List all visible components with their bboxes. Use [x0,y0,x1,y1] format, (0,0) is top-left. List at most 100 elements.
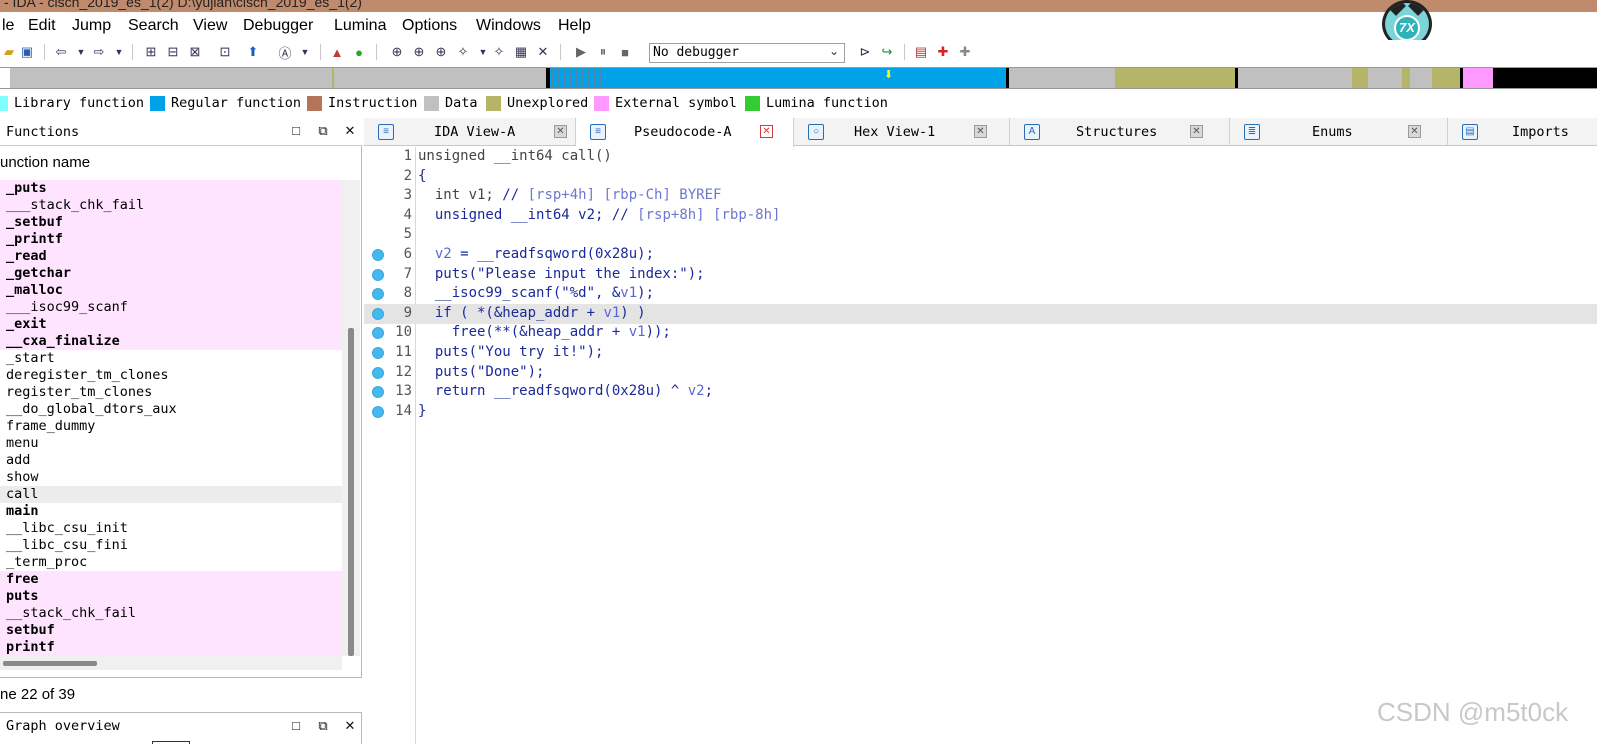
menu-file[interactable]: le [2,17,14,35]
code-line[interactable]: 7 puts("Please input the index:"); [364,265,1597,285]
format-dropdown-icon[interactable]: ▼ [296,43,314,61]
function-row[interactable]: frame_dummy [0,418,342,435]
menu-debugger[interactable]: Debugger [243,17,313,35]
maximize-icon[interactable]: □ [288,123,304,139]
add-breakpoint-icon[interactable]: ✚ [934,43,952,61]
tab-structures[interactable]: A Structures ✕ [1010,118,1230,146]
graph-icon[interactable]: ▲ [328,43,346,61]
function-row[interactable]: _start [0,350,342,367]
code-line[interactable]: 4 unsigned __int64 v2; // [rsp+8h] [rbp-… [364,206,1597,226]
function-row[interactable]: show [0,469,342,486]
jump-up-icon[interactable]: ⬆ [244,43,262,61]
breakpoint-list-icon[interactable]: ▤ [912,43,930,61]
function-name-column-header[interactable]: unction name [0,154,90,171]
menu-help[interactable]: Help [558,17,591,35]
code-icon[interactable]: ⊕ [410,43,428,61]
menu-view[interactable]: View [193,17,227,35]
breakpoint-dot-icon[interactable] [372,386,384,399]
function-row[interactable]: menu [0,435,342,452]
function-row[interactable]: call [0,486,342,503]
tab-ida-view-a[interactable]: ≡ IDA View-A ✕ [364,118,576,146]
maximize-icon[interactable]: □ [288,718,304,734]
binary-search-icon[interactable]: ⊞ [142,43,160,61]
navigation-band[interactable]: ⬇ [0,67,1597,89]
float-window-icon[interactable]: ⧉ [315,718,331,734]
debugger-select[interactable]: No debugger ⌄ [649,43,845,63]
back-arrow-icon[interactable]: ⇦ [52,43,70,61]
save-icon[interactable]: ▣ [18,43,36,61]
breakpoint-dot-icon[interactable] [372,327,384,340]
tab-close-icon[interactable]: ✕ [760,125,773,138]
menu-options[interactable]: Options [402,17,457,35]
array-icon[interactable]: ✧ [454,43,472,61]
breakpoint-dot-icon[interactable] [372,366,384,379]
struct-icon[interactable]: ✧ [490,43,508,61]
function-row[interactable]: __libc_csu_fini [0,537,342,554]
code-line[interactable]: 5 [364,225,1597,245]
code-line[interactable]: 11 puts("You try it!"); [364,343,1597,363]
text-format-icon[interactable]: Ⓐ [276,43,294,61]
step-into-icon[interactable]: ⊳ [856,43,874,61]
scrollbar-thumb[interactable] [348,328,354,656]
function-row[interactable]: deregister_tm_clones [0,367,342,384]
play-icon[interactable]: ▶ [572,43,590,61]
function-row[interactable]: free [0,571,342,588]
function-row[interactable]: ___stack_chk_fail [0,197,342,214]
menu-edit[interactable]: Edit [28,17,56,35]
function-row[interactable]: printf [0,639,342,656]
tab-imports[interactable]: ▤ Imports [1448,118,1597,146]
code-line[interactable]: 3 int v1; // [rsp+4h] [rbp-Ch] BYREF [364,186,1597,206]
forward-dropdown-icon[interactable]: ▼ [110,43,128,61]
code-line[interactable]: 2{ [364,167,1597,187]
function-row[interactable]: _malloc [0,282,342,299]
function-row[interactable]: _setbuf [0,214,342,231]
breakpoint-dot-icon[interactable] [372,249,384,261]
pseudocode-view[interactable]: 1 unsigned __int64 call() 2{3 int v1; // [… [364,147,1597,744]
menu-windows[interactable]: Windows [476,17,541,35]
close-icon[interactable]: ✕ [342,718,358,734]
immediate-search-icon[interactable]: ⊠ [186,43,204,61]
forward-arrow-icon[interactable]: ⇨ [90,43,108,61]
functions-list[interactable]: _puts ___stack_chk_fail _setbuf _printf _rea… [0,180,342,656]
function-row[interactable]: __libc_csu_init [0,520,342,537]
code-line[interactable]: 12 puts("Done"); [364,363,1597,383]
function-row[interactable]: _exit [0,316,342,333]
function-row[interactable]: ___isoc99_scanf [0,299,342,316]
functions-horizontal-scrollbar[interactable] [0,656,342,670]
breakpoint-dot-icon[interactable] [372,405,384,418]
scrollbar-thumb[interactable] [3,661,97,666]
remove-breakpoint-icon[interactable]: ✚ [956,43,974,61]
function-row[interactable]: puts [0,588,342,605]
code-line[interactable]: 10 free(**(&heap_addr + v1)); [364,323,1597,343]
chart-icon[interactable]: ▦ [512,43,530,61]
function-row[interactable]: __stack_chk_fail [0,605,342,622]
function-row[interactable]: add [0,452,342,469]
close-icon[interactable]: ✕ [342,123,358,139]
string-icon[interactable]: ⊕ [432,43,450,61]
undefine-close-icon[interactable]: ✕ [534,43,552,61]
tab-close-icon[interactable]: ✕ [1408,125,1421,138]
data-icon[interactable]: ⊕ [388,43,406,61]
stop-icon[interactable]: ■ [616,43,634,61]
tab-close-icon[interactable]: ✕ [554,125,567,138]
code-line[interactable]: 9 if ( *(&heap_addr + v1) ) [364,303,1597,324]
breakpoint-dot-icon[interactable] [372,288,384,301]
function-row[interactable]: __cxa_finalize [0,333,342,350]
menu-lumina[interactable]: Lumina [334,17,386,35]
back-dropdown-icon[interactable]: ▼ [72,43,90,61]
function-row[interactable]: register_tm_clones [0,384,342,401]
menu-search[interactable]: Search [128,17,179,35]
open-folder-icon[interactable]: ▰ [0,43,18,61]
functions-vertical-scrollbar[interactable] [342,180,360,656]
step-over-icon[interactable]: ↪ [878,43,896,61]
breakpoint-dot-icon[interactable] [372,307,384,320]
float-window-icon[interactable]: ⧉ [315,123,331,139]
tab-close-icon[interactable]: ✕ [1190,125,1203,138]
breakpoint-dot-icon[interactable] [372,268,384,281]
function-row[interactable]: setbuf [0,622,342,639]
search-next-icon[interactable]: ⊡ [216,43,234,61]
pause-icon[interactable]: ⏸ [594,43,612,61]
tab-enums[interactable]: ≣ Enums ✕ [1230,118,1448,146]
tab-close-icon[interactable]: ✕ [974,125,987,138]
code-line[interactable]: 8 __isoc99_scanf("%d", &v1); [364,284,1597,304]
